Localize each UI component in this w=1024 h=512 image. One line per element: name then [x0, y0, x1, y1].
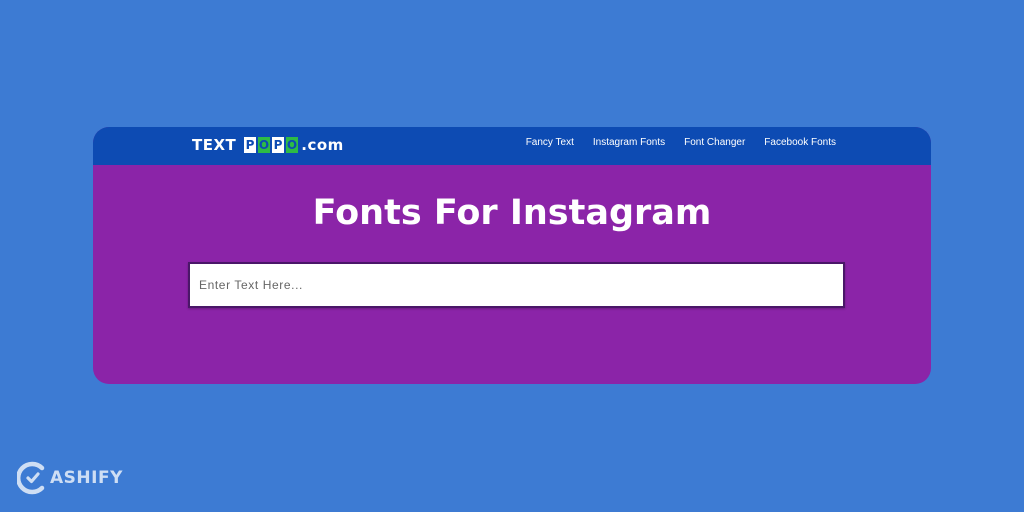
nav-link-font-changer[interactable]: Font Changer — [684, 137, 745, 148]
watermark-text: ASHIFY — [50, 468, 123, 488]
text-input[interactable] — [188, 262, 845, 308]
site-logo[interactable]: TEXT P O P O .com — [192, 135, 344, 155]
nav-link-fancy-text[interactable]: Fancy Text — [526, 137, 574, 148]
navbar: TEXT P O P O .com Fancy Text Instagram F… — [93, 127, 931, 165]
logo-word: TEXT — [192, 136, 237, 154]
logo-tile: O — [258, 137, 271, 153]
logo-domain: .com — [301, 136, 344, 154]
cashify-logo-icon — [17, 461, 45, 495]
logo-tile: O — [286, 137, 299, 153]
cashify-watermark: ASHIFY — [17, 461, 123, 495]
page-title: Fonts For Instagram — [312, 193, 712, 233]
logo-tile: P — [272, 137, 285, 153]
nav-link-instagram-fonts[interactable]: Instagram Fonts — [593, 137, 665, 148]
site-card: TEXT P O P O .com Fancy Text Instagram F… — [93, 127, 931, 384]
nav-link-facebook-fonts[interactable]: Facebook Fonts — [764, 137, 836, 148]
nav-menu: Fancy Text Instagram Fonts Font Changer … — [526, 127, 836, 157]
logo-tile: P — [244, 137, 257, 153]
